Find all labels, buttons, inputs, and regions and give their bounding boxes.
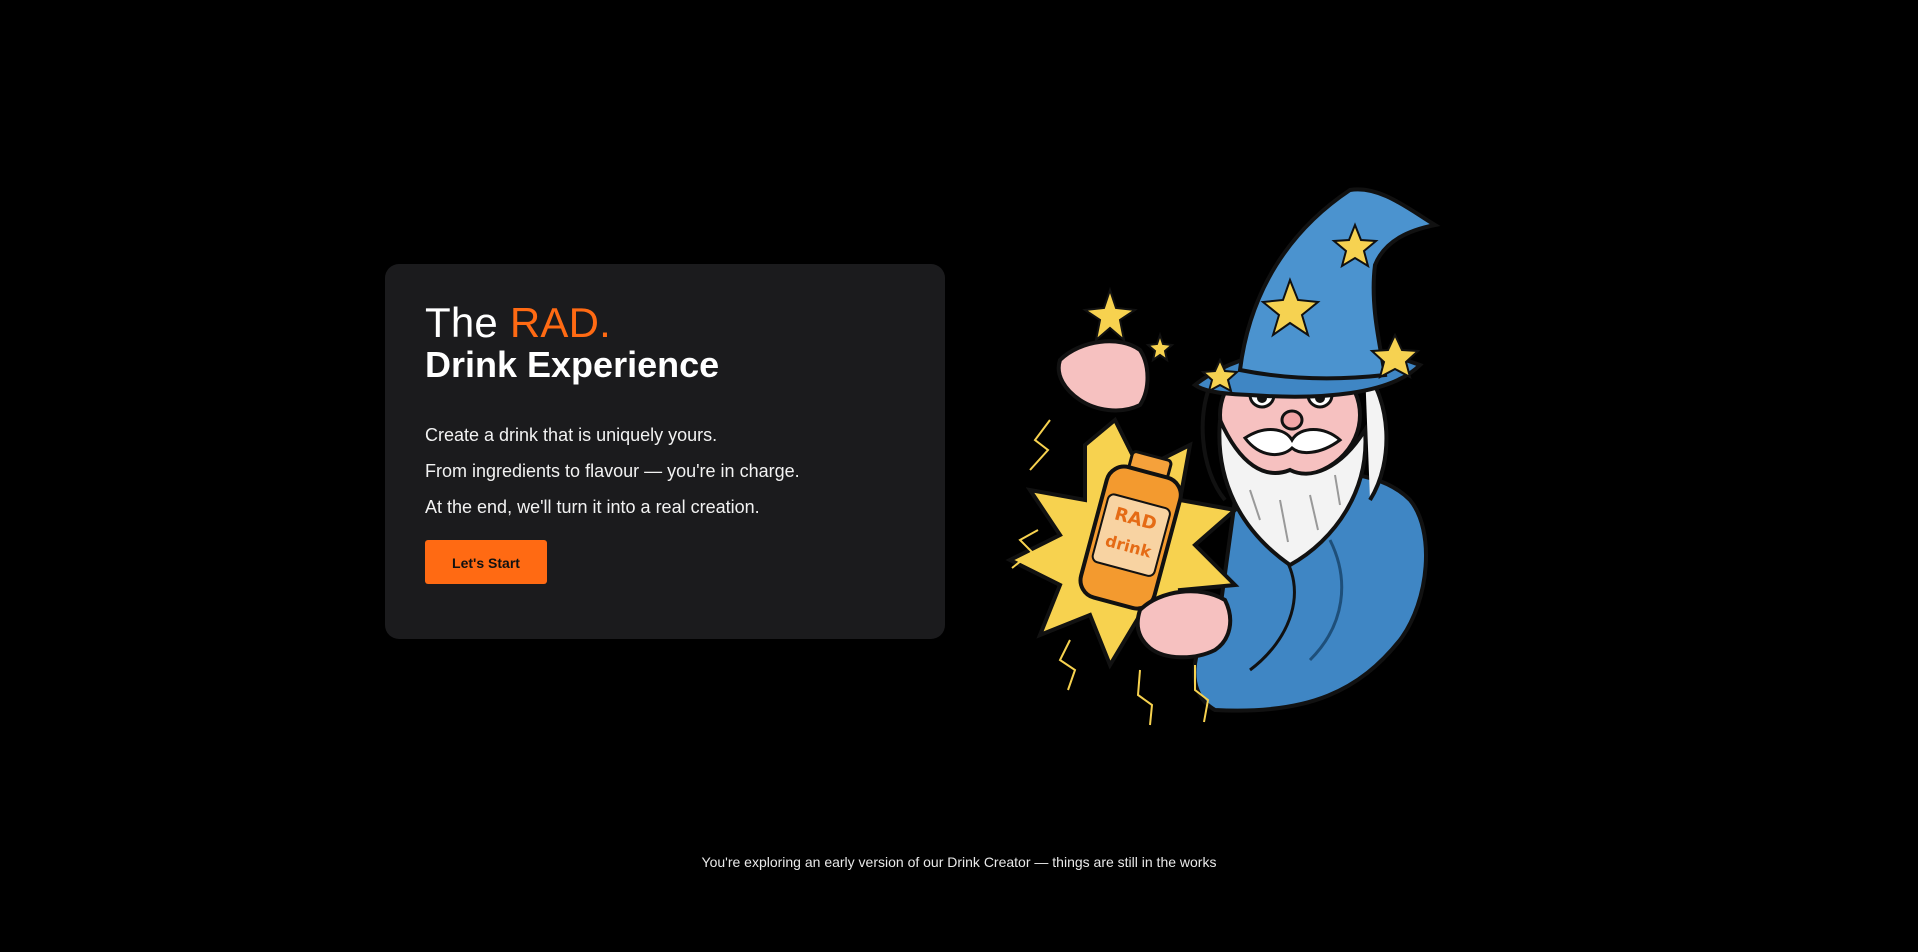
wizard-illustration: RAD drink — [990, 170, 1510, 730]
landing-page: The RAD. Drink Experience Create a drink… — [0, 0, 1918, 952]
wizard-image: RAD drink — [1005, 187, 1441, 726]
page-title: The RAD. Drink Experience — [425, 299, 905, 385]
intro-line-3: At the end, we'll turn it into a real cr… — [425, 496, 760, 517]
title-prefix: The — [425, 299, 498, 346]
intro-card: The RAD. Drink Experience Create a drink… — [385, 264, 945, 639]
intro-text: Create a drink that is uniquely yours. F… — [425, 424, 905, 518]
intro-line-2: From ingredients to flavour — you're in … — [425, 460, 800, 481]
left-hand — [1056, 339, 1150, 413]
intro-line-1: Create a drink that is uniquely yours. — [425, 424, 718, 445]
lets-start-button[interactable]: Let's Start — [425, 539, 547, 584]
right-hand — [1135, 589, 1233, 660]
footer-note: You're exploring an early version of our… — [701, 854, 1217, 870]
title-line-2: Drink Experience — [425, 343, 720, 385]
title-line-1: The RAD. — [425, 299, 905, 346]
brand-name: RAD. — [509, 299, 612, 346]
